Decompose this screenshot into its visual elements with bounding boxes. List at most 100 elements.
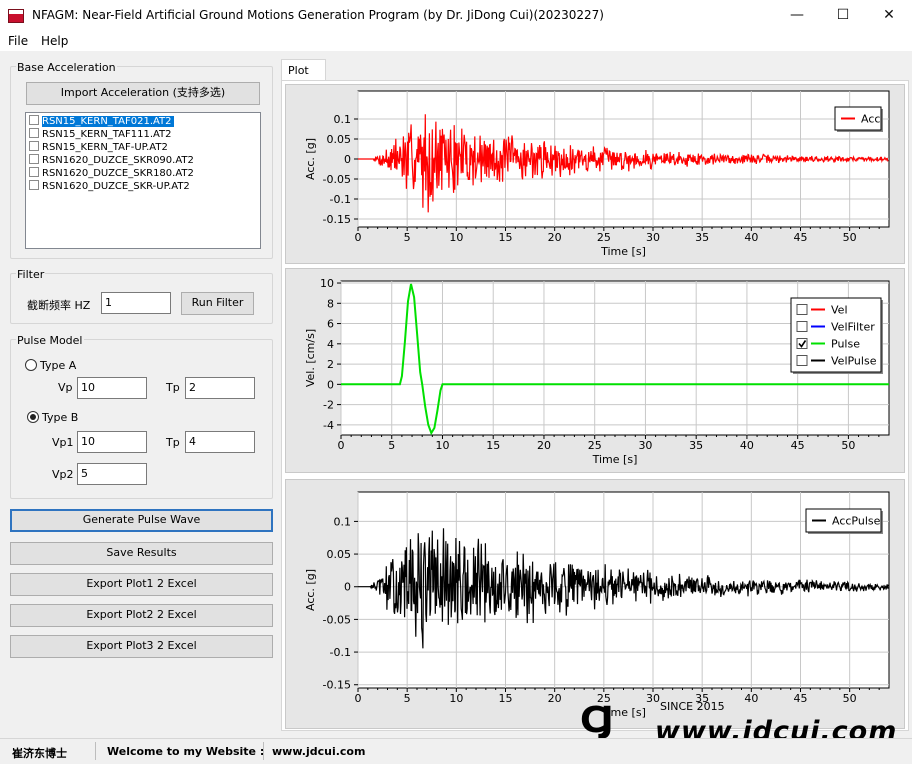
checkbox[interactable] bbox=[29, 128, 39, 138]
file-list[interactable]: RSN15_KERN_TAF021.AT2 RSN15_KERN_TAF111.… bbox=[25, 112, 261, 249]
x-tick-label: 35 bbox=[695, 231, 709, 244]
status-url[interactable]: www.jdcui.com bbox=[272, 745, 365, 758]
tab-plot[interactable]: Plot bbox=[281, 59, 326, 81]
minimize-button[interactable]: — bbox=[774, 0, 820, 31]
save-results-button[interactable]: Save Results bbox=[10, 542, 273, 565]
x-tick-label: 10 bbox=[449, 231, 463, 244]
menu-help[interactable]: Help bbox=[41, 34, 68, 48]
y-tick-label: 0 bbox=[344, 153, 351, 166]
list-item[interactable]: RSN1620_DUZCE_SKR090.AT2 bbox=[29, 154, 194, 167]
list-item[interactable]: RSN15_KERN_TAF021.AT2 bbox=[29, 115, 174, 128]
x-tick-label: 15 bbox=[486, 439, 500, 452]
tp-a-input[interactable]: 2 bbox=[185, 377, 255, 399]
app-icon bbox=[8, 9, 24, 23]
y-tick-label: -0.1 bbox=[330, 646, 351, 659]
y-tick-label: 10 bbox=[320, 277, 334, 290]
y-tick-label: -0.15 bbox=[323, 679, 351, 692]
x-tick-label: 25 bbox=[597, 231, 611, 244]
x-tick-label: 20 bbox=[548, 692, 562, 705]
y-tick-label: -2 bbox=[323, 399, 334, 412]
velocity-plot: 0 5 10 15 20 25 30 35 40 45 50 -4 -2 0 2 4 6 8 10 Time [s] V… bbox=[285, 268, 905, 473]
type-a-label: Type A bbox=[40, 359, 77, 372]
x-tick-label: 15 bbox=[499, 231, 513, 244]
x-tick-label: 50 bbox=[843, 231, 857, 244]
type-b-radio[interactable] bbox=[27, 411, 39, 423]
type-a-radio[interactable] bbox=[25, 359, 37, 371]
y-tick-label: 2 bbox=[327, 358, 334, 371]
x-axis-label: Time [s] bbox=[592, 453, 638, 466]
y-tick-label: 0.05 bbox=[327, 548, 352, 561]
x-tick-label: 40 bbox=[744, 231, 758, 244]
vp-input[interactable]: 10 bbox=[77, 377, 147, 399]
tp-a-label: Tp bbox=[166, 381, 180, 394]
y-tick-label: -0.15 bbox=[323, 213, 351, 226]
y-tick-label: 0.1 bbox=[334, 515, 352, 528]
x-tick-label: 45 bbox=[794, 692, 808, 705]
list-item[interactable]: RSN1620_DUZCE_SKR180.AT2 bbox=[29, 167, 194, 180]
checkbox[interactable] bbox=[29, 141, 39, 151]
y-tick-label: -0.05 bbox=[323, 613, 351, 626]
x-tick-label: 5 bbox=[388, 439, 395, 452]
x-tick-label: 50 bbox=[841, 439, 855, 452]
generate-pulse-wave-button[interactable]: Generate Pulse Wave bbox=[10, 509, 273, 532]
vp2-label: Vp2 bbox=[52, 468, 74, 481]
acc-plot: 0 5 10 15 20 25 30 35 40 45 50 -0.15 -0.1 -0.05 0 0.05 0… bbox=[285, 84, 905, 264]
y-tick-label: -0.1 bbox=[330, 193, 351, 206]
acc-chart: 0 5 10 15 20 25 30 35 40 45 50 -0.15 -0.1 -0.05 0 0.05 0… bbox=[304, 90, 890, 258]
cutoff-frequency-label: 截断频率 HZ bbox=[27, 299, 91, 312]
x-tick-label: 10 bbox=[449, 692, 463, 705]
vp1-label: Vp1 bbox=[52, 436, 74, 449]
menu-file[interactable]: File bbox=[8, 34, 28, 48]
x-tick-label: 0 bbox=[355, 692, 362, 705]
status-bar: 崔济东博士 Welcome to my Website : www.jdcui.… bbox=[0, 738, 912, 764]
watermark-since: SINCE 2015 bbox=[660, 700, 725, 713]
x-tick-label: 30 bbox=[646, 692, 660, 705]
y-tick-label: 0 bbox=[327, 378, 334, 391]
status-welcome: Welcome to my Website : bbox=[107, 745, 265, 758]
legend-label: VelPulse bbox=[831, 355, 877, 368]
x-tick-label: 0 bbox=[338, 439, 345, 452]
run-filter-button[interactable]: Run Filter bbox=[181, 292, 254, 315]
list-item[interactable]: RSN15_KERN_TAF111.AT2 bbox=[29, 128, 172, 141]
velocity-chart: 0 5 10 15 20 25 30 35 40 45 50 -4 -2 0 2 4 6 8 10 Time [s] V… bbox=[304, 277, 890, 466]
x-tick-label: 20 bbox=[548, 231, 562, 244]
x-tick-label: 50 bbox=[843, 692, 857, 705]
x-tick-label: 15 bbox=[499, 692, 513, 705]
y-tick-label: -4 bbox=[323, 419, 334, 432]
status-author: 崔济东博士 bbox=[12, 747, 67, 760]
checkbox[interactable] bbox=[29, 180, 39, 190]
vp-label: Vp bbox=[58, 381, 73, 394]
checkbox[interactable] bbox=[29, 115, 39, 125]
legend-label: AccPulse bbox=[832, 515, 881, 528]
x-tick-label: 10 bbox=[435, 439, 449, 452]
maximize-button[interactable]: ☐ bbox=[820, 0, 866, 31]
y-tick-label: -0.05 bbox=[323, 173, 351, 186]
x-tick-label: 45 bbox=[794, 231, 808, 244]
list-item[interactable]: RSN15_KERN_TAF-UP.AT2 bbox=[29, 141, 168, 154]
checkbox[interactable] bbox=[29, 154, 39, 164]
x-axis-label: Time [s] bbox=[600, 245, 646, 258]
vp2-input[interactable]: 5 bbox=[77, 463, 147, 485]
y-tick-label: 6 bbox=[327, 318, 334, 331]
export-plot1-button[interactable]: Export Plot1 2 Excel bbox=[10, 573, 273, 596]
y-tick-label: 0.1 bbox=[334, 113, 352, 126]
title-bar: NFAGM: Near-Field Artificial Ground Moti… bbox=[0, 0, 912, 31]
legend-checkbox bbox=[796, 321, 808, 332]
cutoff-frequency-input[interactable]: 1 bbox=[101, 292, 171, 314]
y-tick-label: 0.05 bbox=[327, 133, 352, 146]
y-axis-label: Acc. [g] bbox=[304, 569, 317, 611]
checkbox[interactable] bbox=[29, 167, 39, 177]
export-plot2-button[interactable]: Export Plot2 2 Excel bbox=[10, 604, 273, 627]
y-axis-label: Acc. [g] bbox=[304, 138, 317, 180]
list-item[interactable]: RSN1620_DUZCE_SKR-UP.AT2 bbox=[29, 180, 190, 193]
x-tick-label: 25 bbox=[588, 439, 602, 452]
pulse-model-title: Pulse Model bbox=[16, 334, 84, 347]
tp-b-label: Tp bbox=[166, 436, 180, 449]
base-acceleration-title: Base Acceleration bbox=[16, 61, 117, 74]
tp-b-input[interactable]: 4 bbox=[185, 431, 255, 453]
vp1-input[interactable]: 10 bbox=[77, 431, 147, 453]
legend-label: Vel bbox=[831, 304, 848, 317]
close-button[interactable]: ✕ bbox=[866, 0, 912, 31]
export-plot3-button[interactable]: Export Plot3 2 Excel bbox=[10, 635, 273, 658]
import-acceleration-button[interactable]: Import Acceleration (支持多选) bbox=[26, 82, 260, 105]
